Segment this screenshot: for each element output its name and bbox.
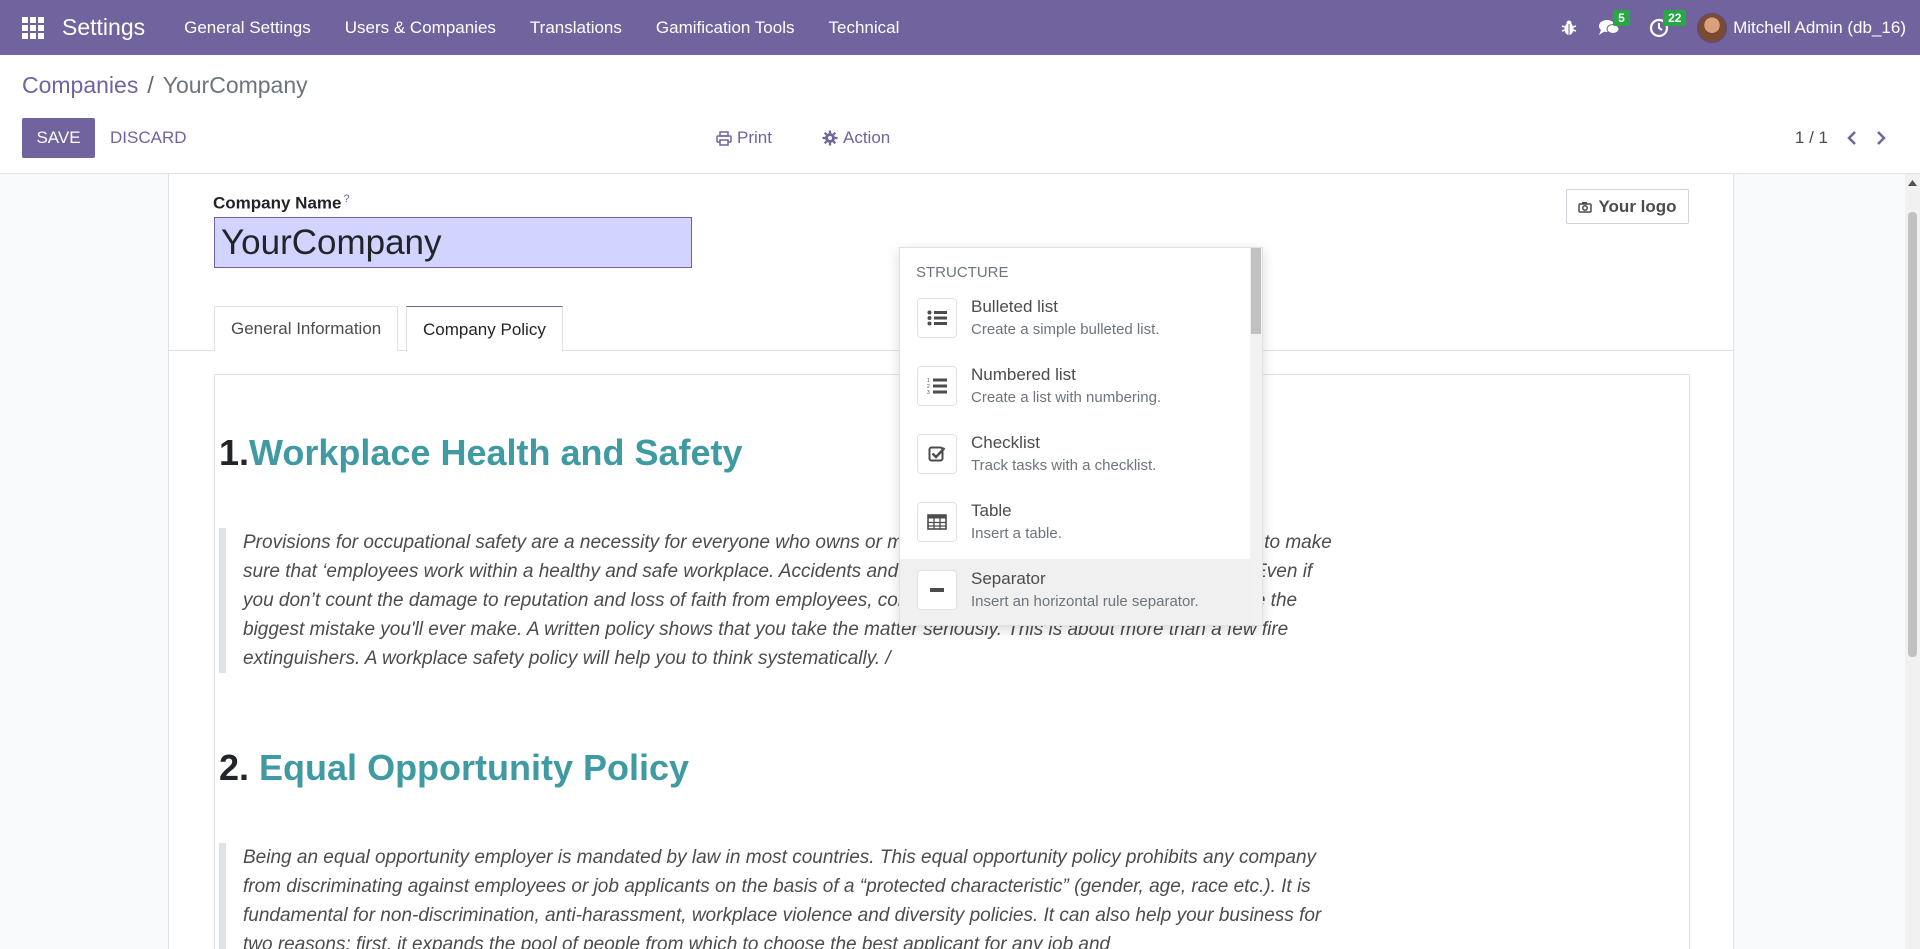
control-panel: Companies / YourCompany SAVE DISCARD Pri… [0, 55, 1920, 174]
section-2-number: 2. [219, 747, 250, 788]
powerbox-item-description: Create a list with numbering. [971, 389, 1162, 406]
numbered-list-icon: 123 [917, 366, 957, 406]
menu-translations[interactable]: Translations [513, 18, 639, 38]
powerbox-item-description: Insert a table. [971, 525, 1062, 542]
user-menu[interactable]: Mitchell Admin (db_16) [1733, 18, 1906, 38]
print-button[interactable]: Print [716, 118, 772, 158]
print-icon [716, 130, 732, 146]
print-label: Print [737, 128, 772, 147]
pager-value[interactable]: 1 / 1 [1795, 118, 1828, 158]
powerbox-item-table[interactable]: Table Insert a table. [900, 491, 1252, 559]
table-icon [917, 502, 957, 542]
powerbox-item-description: Create a simple bulleted list. [971, 321, 1160, 338]
help-tooltip-mark[interactable]: ? [343, 193, 349, 205]
messages-badge: 5 [1613, 10, 1630, 26]
top-navbar: Settings General Settings Users & Compan… [0, 0, 1920, 55]
section-2-text[interactable]: Being an equal opportunity employer is m… [219, 843, 1339, 949]
menu-gamification-tools[interactable]: Gamification Tools [639, 18, 812, 38]
camera-icon [1578, 201, 1593, 213]
section-1-title: Workplace Health and Safety [249, 432, 743, 473]
activities-icon[interactable]: 22 [1639, 0, 1687, 55]
debug-icon[interactable] [1549, 0, 1589, 55]
menu-technical[interactable]: Technical [811, 18, 916, 38]
separator-icon [917, 570, 957, 610]
powerbox-item-title: Separator [971, 569, 1046, 588]
breadcrumb: Companies / YourCompany [22, 72, 308, 99]
powerbox-item-numbered-list[interactable]: 123 Numbered list Create a list with num… [900, 355, 1252, 423]
action-label: Action [843, 128, 891, 147]
powerbox-item-title: Checklist [971, 433, 1040, 452]
discard-button[interactable]: DISCARD [110, 118, 187, 158]
page-scrollbar-thumb[interactable] [1908, 212, 1917, 657]
powerbox-item-title: Table [971, 501, 1012, 520]
powerbox-scrollbar-thumb[interactable] [1251, 248, 1261, 334]
user-avatar[interactable] [1697, 12, 1728, 43]
section-2-title: Equal Opportunity Policy [259, 747, 690, 788]
section-2-heading[interactable]: 2. Equal Opportunity Policy [219, 747, 689, 789]
powerbox-item-description: Insert an horizontal rule separator. [971, 593, 1199, 610]
bulleted-list-icon [917, 298, 957, 338]
action-button[interactable]: Action [822, 118, 890, 158]
powerbox-item-checklist[interactable]: Checklist Track tasks with a checklist. [900, 423, 1252, 491]
gear-icon [822, 130, 838, 146]
activities-badge: 22 [1663, 10, 1687, 26]
section-1-number: 1. [219, 432, 250, 473]
section-1-heading[interactable]: 1.Workplace Health and Safety [219, 432, 743, 474]
powerbox-category: STRUCTURE [916, 264, 1009, 281]
powerbox-item-separator[interactable]: Separator Insert an horizontal rule sepa… [900, 559, 1252, 625]
app-name[interactable]: Settings [62, 14, 145, 41]
checklist-icon [917, 434, 957, 474]
powerbox-item-bulleted-list[interactable]: Bulleted list Create a simple bulleted l… [900, 287, 1252, 355]
breadcrumb-separator: / [147, 72, 154, 98]
pager-next-button[interactable] [1871, 118, 1891, 158]
company-name-label: Company Name? [213, 193, 350, 214]
messages-icon[interactable]: 5 [1589, 0, 1630, 55]
chevron-right-icon [1877, 131, 1886, 145]
scroll-up-icon[interactable] [1908, 180, 1917, 186]
pager-previous-button[interactable] [1842, 118, 1862, 158]
menu-users-companies[interactable]: Users & Companies [328, 18, 513, 38]
logo-label: Your logo [1598, 196, 1677, 216]
powerbox-menu: STRUCTURE Bulleted list Create a simple … [899, 247, 1263, 626]
save-button[interactable]: SAVE [22, 118, 95, 158]
svg-text:3: 3 [927, 390, 930, 395]
apps-menu-icon[interactable] [22, 16, 44, 39]
powerbox-item-description: Track tasks with a checklist. [971, 457, 1157, 474]
powerbox-scrollbar[interactable] [1250, 248, 1262, 625]
tab-company-policy[interactable]: Company Policy [406, 306, 563, 352]
page-scrollbar[interactable] [1905, 174, 1920, 949]
logo-upload-button[interactable]: Your logo [1566, 189, 1689, 224]
company-name-label-text: Company Name [213, 193, 342, 213]
company-name-input[interactable] [214, 217, 692, 268]
menu-general-settings[interactable]: General Settings [167, 18, 328, 38]
breadcrumb-current: YourCompany [162, 72, 308, 98]
chevron-left-icon [1847, 131, 1856, 145]
powerbox-item-title: Bulleted list [971, 297, 1058, 316]
powerbox-item-title: Numbered list [971, 365, 1076, 384]
breadcrumb-companies[interactable]: Companies [22, 72, 138, 99]
tab-general-information[interactable]: General Information [214, 306, 399, 351]
